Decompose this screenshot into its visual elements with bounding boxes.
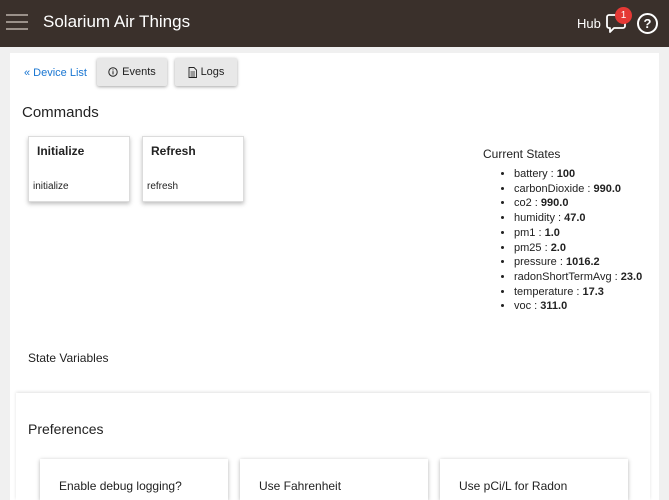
state-item: co2 : 990.0 [514,196,660,211]
logs-button[interactable]: Logs [175,58,237,86]
preference-label: Use pCi/L for Radon [459,479,568,493]
command-param: refresh [147,181,179,192]
events-button[interactable]: Events [97,58,167,86]
preference-card-debug-logging[interactable]: Enable debug logging? [40,459,228,500]
events-label: Events [122,66,156,78]
notification-badge: 1 [615,7,632,24]
command-name[interactable]: Refresh [151,144,196,158]
state-item: pm1 : 1.0 [514,226,660,241]
preferences-heading: Preferences [28,421,104,437]
hamburger-menu-icon[interactable] [6,14,28,32]
state-item: radonShortTermAvg : 23.0 [514,270,660,285]
state-item: temperature : 17.3 [514,285,660,300]
preference-label: Enable debug logging? [59,479,182,493]
hub-link[interactable]: Hub [577,16,601,31]
command-param: initialize [33,181,69,192]
state-item: humidity : 47.0 [514,211,660,226]
state-item: battery : 100 [514,167,660,182]
command-card-refresh[interactable]: Refresh refresh [142,136,244,202]
command-card-initialize[interactable]: Initialize initialize [28,136,130,202]
help-icon[interactable]: ? [637,13,658,34]
document-icon [188,66,197,78]
device-list-link[interactable]: « Device List [24,67,87,79]
preference-card-radon-units[interactable]: Use pCi/L for Radon [440,459,628,500]
info-icon [108,67,118,77]
state-variables-heading: State Variables [28,351,109,365]
current-states-heading: Current States [483,147,561,161]
current-states-list: battery : 100 carbonDioxide : 990.0 co2 … [500,167,660,314]
top-bar: Solarium Air Things Hub 1 ? [0,0,669,47]
command-name[interactable]: Initialize [37,144,84,158]
preference-label: Use Fahrenheit [259,479,342,493]
preference-card-fahrenheit[interactable]: Use Fahrenheit [240,459,428,500]
state-item: pressure : 1016.2 [514,255,660,270]
state-item: carbonDioxide : 990.0 [514,182,660,197]
page-title: Solarium Air Things [43,12,191,31]
commands-heading: Commands [22,104,99,121]
state-item: voc : 311.0 [514,299,660,314]
logs-label: Logs [200,66,225,78]
state-item: pm25 : 2.0 [514,241,660,256]
